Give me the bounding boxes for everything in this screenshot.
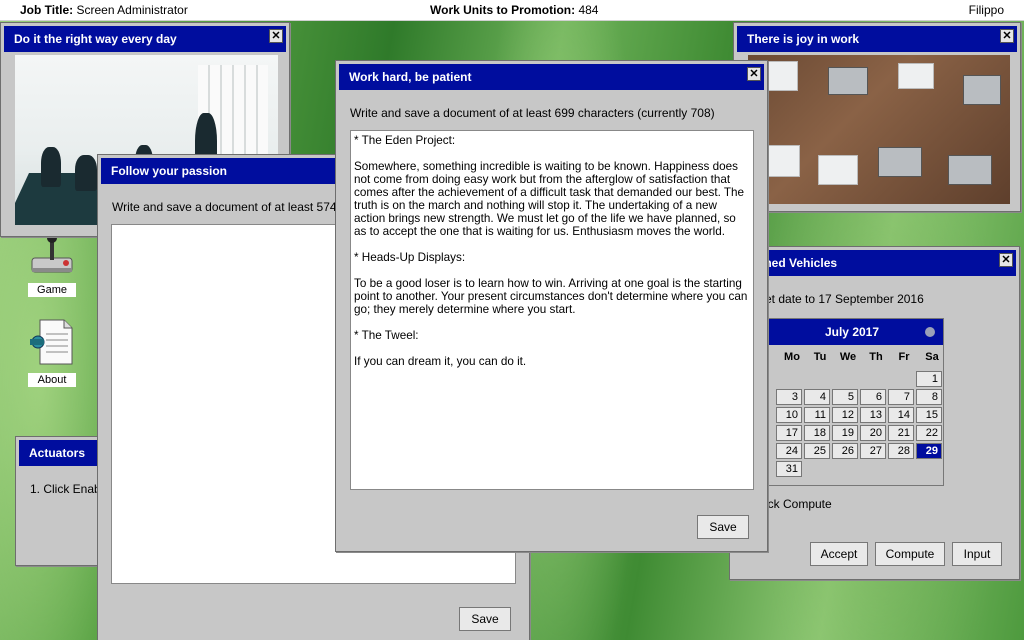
- desktop-icon-game[interactable]: Game: [28, 232, 76, 298]
- calendar-weekday: We: [839, 351, 857, 363]
- calendar-day[interactable]: 25: [804, 443, 830, 459]
- calendar-day[interactable]: 18: [804, 425, 830, 441]
- calendar-day[interactable]: 27: [860, 443, 886, 459]
- vehicles-instruction: ick Compute: [765, 497, 832, 511]
- calendar-day[interactable]: 15: [916, 407, 942, 423]
- calendar-day[interactable]: 8: [916, 389, 942, 405]
- calendar-day[interactable]: 19: [832, 425, 858, 441]
- photo-person: [75, 155, 97, 191]
- close-button[interactable]: ✕: [269, 29, 283, 43]
- top-status-bar: Job Title: Screen Administrator Work Uni…: [0, 0, 1024, 21]
- calendar-day[interactable]: 11: [804, 407, 830, 423]
- window-titlebar[interactable]: Do it the right way every day: [4, 26, 286, 52]
- calendar-day[interactable]: 4: [804, 389, 830, 405]
- calendar-day[interactable]: 3: [776, 389, 802, 405]
- calendar-weekday: Sa: [925, 351, 939, 363]
- calendar-day[interactable]: 12: [832, 407, 858, 423]
- close-button[interactable]: ✕: [1000, 29, 1014, 43]
- photo-paper: [898, 63, 934, 89]
- calendar-day[interactable]: 17: [776, 425, 802, 441]
- calendar-weekday: Tu: [813, 351, 827, 363]
- vehicles-prompt: et date to 17 September 2016: [765, 292, 924, 306]
- photo-paper: [818, 155, 858, 185]
- calendar-day[interactable]: 28: [888, 443, 914, 459]
- work-hard-prompt: Write and save a document of at least 69…: [350, 106, 715, 120]
- actuators-instruction: 1. Click Enab: [30, 482, 101, 496]
- joy-window: There is joy in work ✕: [733, 22, 1021, 212]
- desktop-icon-about[interactable]: About: [28, 318, 76, 388]
- save-button[interactable]: Save: [697, 515, 749, 539]
- photo-person: [41, 147, 61, 187]
- work-units-label: Work Units to Promotion:: [430, 3, 576, 17]
- desktop-icon-label: About: [28, 373, 76, 387]
- calendar-day[interactable]: 6: [860, 389, 886, 405]
- calendar-day[interactable]: 13: [860, 407, 886, 423]
- document-icon: [30, 319, 73, 365]
- calendar-day[interactable]: 5: [832, 389, 858, 405]
- passion-prompt: Write and save a document of at least 57…: [112, 200, 353, 214]
- job-title-value: Screen Administrator: [76, 3, 188, 17]
- calendar-day[interactable]: 20: [860, 425, 886, 441]
- calendar-day[interactable]: 22: [916, 425, 942, 441]
- calendar-day[interactable]: 14: [888, 407, 914, 423]
- calendar-day[interactable]: 7: [888, 389, 914, 405]
- window-titlebar[interactable]: nanned Vehicles: [733, 250, 1016, 276]
- work-hard-textarea[interactable]: * The Eden Project: Somewhere, something…: [350, 130, 754, 490]
- joystick-icon: [31, 233, 73, 273]
- window-titlebar[interactable]: There is joy in work: [737, 26, 1017, 52]
- calendar-day[interactable]: 10: [776, 407, 802, 423]
- close-button[interactable]: ✕: [747, 67, 761, 81]
- photo-laptop: [963, 75, 1001, 105]
- photo-laptop: [878, 147, 922, 177]
- photo-laptop: [948, 155, 992, 185]
- calendar-day[interactable]: 21: [888, 425, 914, 441]
- window-titlebar[interactable]: Work hard, be patient: [339, 64, 764, 90]
- job-title-label: Job Title:: [20, 3, 74, 17]
- calendar-day[interactable]: 29: [916, 443, 942, 459]
- next-month-icon[interactable]: [925, 327, 935, 337]
- job-title: Job Title: Screen Administrator: [20, 0, 188, 21]
- calendar-weekday: Mo: [784, 351, 800, 363]
- input-button[interactable]: Input: [952, 542, 1002, 566]
- calendar-weekday: Th: [869, 351, 883, 363]
- accept-button[interactable]: Accept: [810, 542, 868, 566]
- vehicles-window: nanned Vehicles ✕ et date to 17 Septembe…: [729, 246, 1020, 580]
- calendar-day[interactable]: 24: [776, 443, 802, 459]
- save-button[interactable]: Save: [459, 607, 511, 631]
- calendar-day[interactable]: 1: [916, 371, 942, 387]
- work-units-value: 484: [578, 3, 599, 17]
- calendar-day[interactable]: 26: [832, 443, 858, 459]
- date-picker: July 2017 Mo Tu We Th Fr Sa 1 3 4 5 6 7 8 10 11 12 13 14 1…: [743, 318, 944, 486]
- desk-overhead-photo: [748, 55, 1010, 204]
- username: Filippo: [968, 3, 1004, 17]
- calendar-day[interactable]: 31: [776, 461, 802, 477]
- work-hard-window: Work hard, be patient ✕ Write and save a…: [335, 60, 768, 552]
- close-button[interactable]: ✕: [999, 253, 1013, 267]
- compute-button[interactable]: Compute: [875, 542, 945, 566]
- desktop-icon-label: Game: [28, 283, 76, 297]
- calendar-weekday: Fr: [898, 351, 910, 363]
- photo-laptop: [828, 67, 868, 95]
- calendar-month: July 2017: [761, 319, 943, 345]
- work-units: Work Units to Promotion: 484: [430, 0, 598, 21]
